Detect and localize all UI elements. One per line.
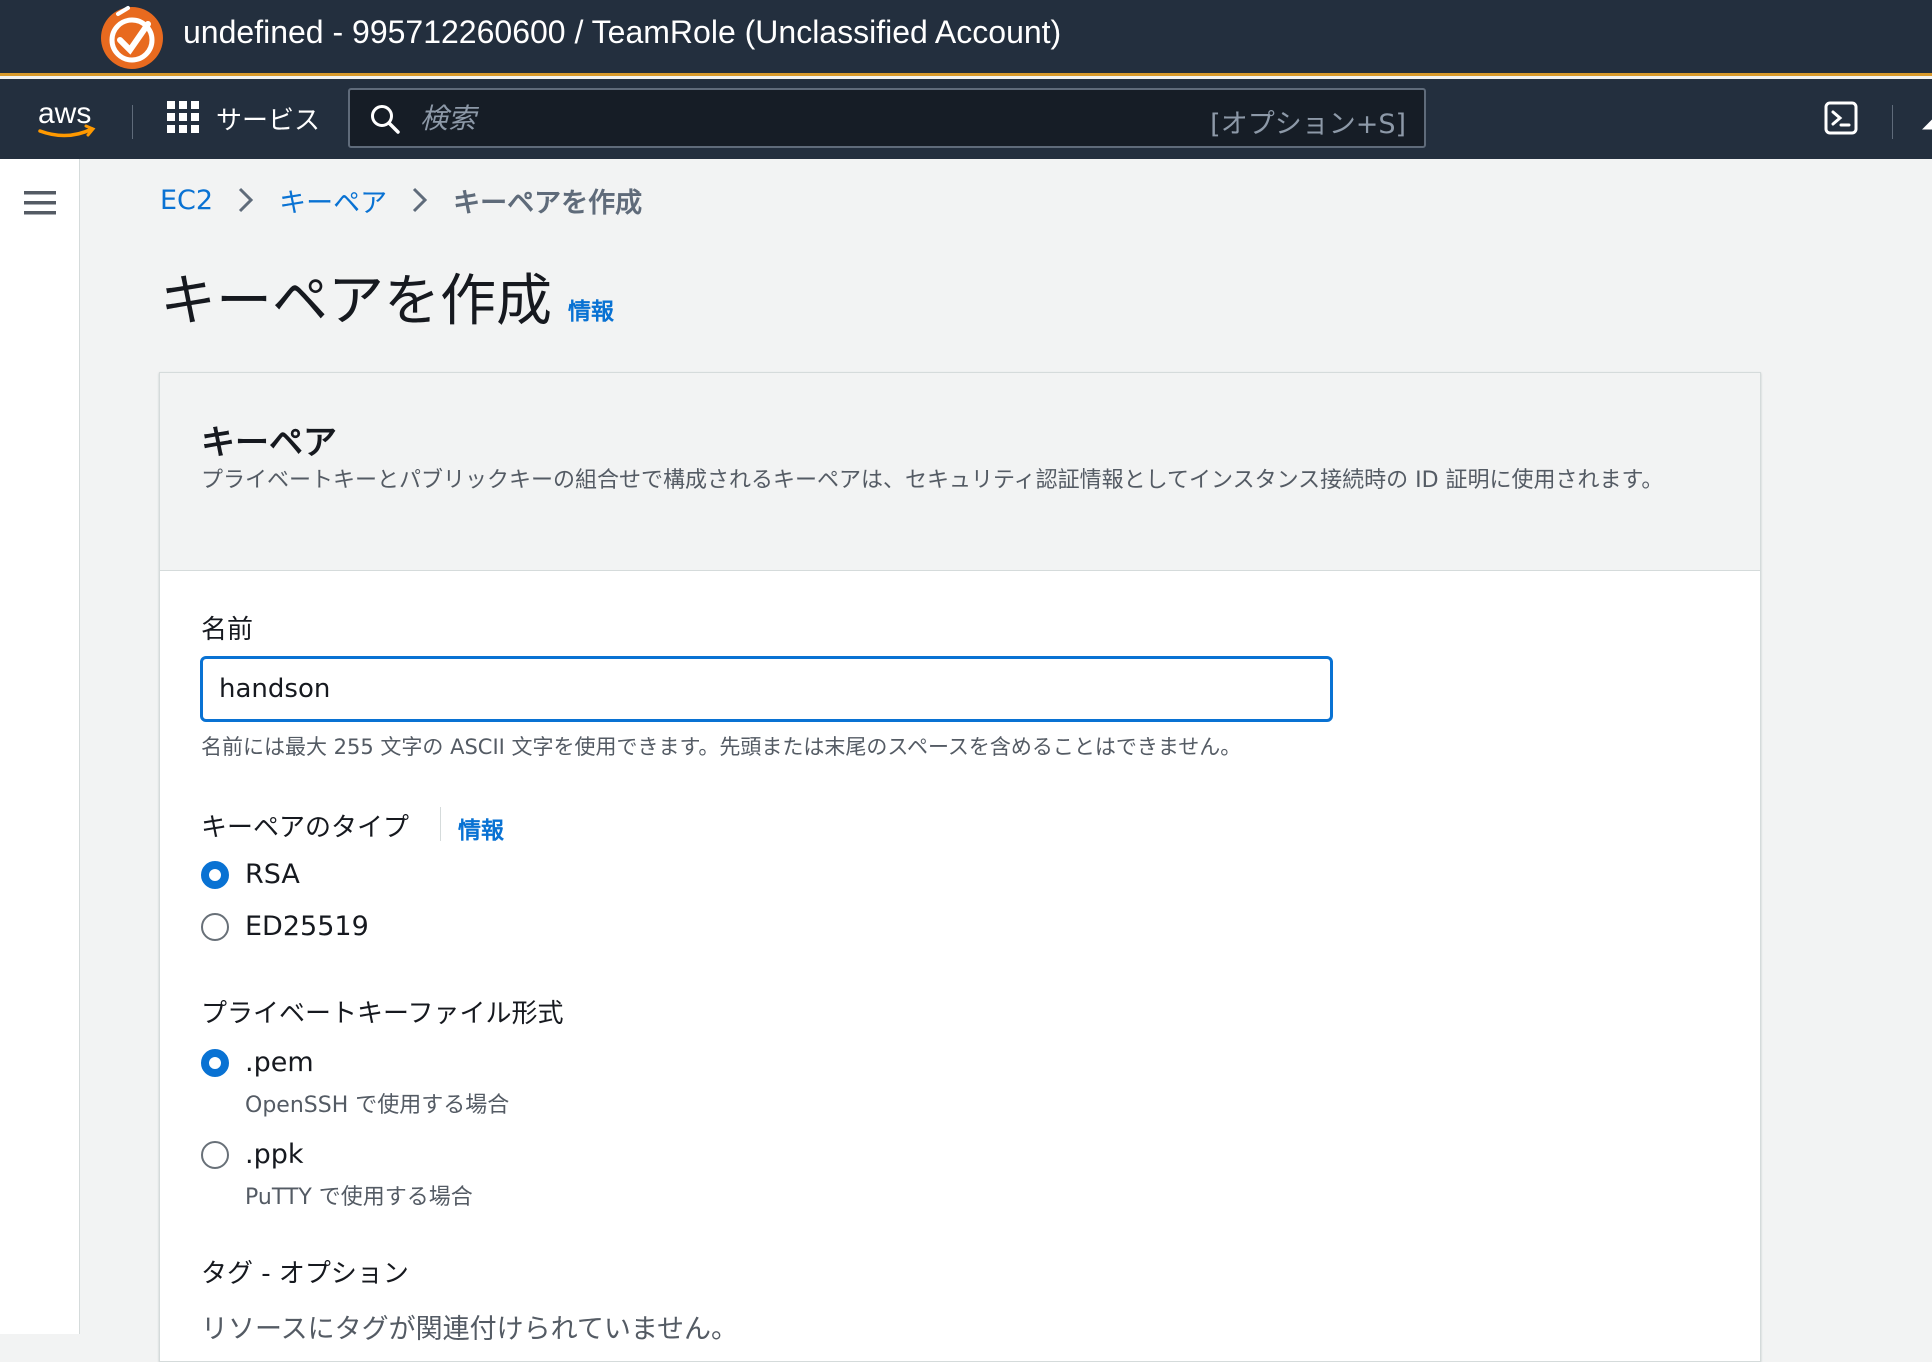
radio-ppk[interactable] <box>201 1141 229 1169</box>
radio-rsa[interactable] <box>201 861 229 889</box>
aws-logo-icon[interactable]: aws <box>34 95 100 141</box>
radio-ppk-label[interactable]: .ppk <box>245 1139 304 1170</box>
breadcrumb-link-keypairs[interactable]: キーペア <box>279 181 387 220</box>
page-title: キーペアを作成 <box>160 269 552 334</box>
keypair-type-info-link[interactable]: 情報 <box>458 811 504 845</box>
side-navigation-rail <box>0 159 80 1334</box>
services-menu-button[interactable]: サービス <box>216 100 320 137</box>
radio-ppk-description: PuTTY で使用する場合 <box>245 1185 473 1210</box>
container-description: プライベートキーとパブリックキーの組合せで構成されるキーペアは、セキュリティ認証… <box>201 468 1664 493</box>
search-input[interactable] <box>420 100 1180 136</box>
container-header: キーペア プライベートキーとパブリックキーの組合せで構成されるキーペアは、セキュ… <box>160 373 1760 571</box>
radio-pem-label[interactable]: .pem <box>245 1047 314 1078</box>
tags-empty-text: リソースにタグが関連付けられていません。 <box>201 1314 739 1345</box>
keypair-container: キーペア プライベートキーとパブリックキーの組合せで構成されるキーペアは、セキュ… <box>159 372 1761 1362</box>
keypair-name-input[interactable] <box>200 656 1333 722</box>
breadcrumb-link-ec2[interactable]: EC2 <box>160 185 213 216</box>
radio-pem-description: OpenSSH で使用する場合 <box>245 1093 510 1118</box>
radio-ed25519-label[interactable]: ED25519 <box>245 911 369 942</box>
account-logo-icon <box>101 6 163 69</box>
name-label: 名前 <box>201 615 254 645</box>
keypair-type-label: キーペアのタイプ <box>201 813 410 843</box>
chevron-right-icon <box>239 187 254 213</box>
svg-text:aws: aws <box>38 97 91 130</box>
name-hint: 名前には最大 255 文字の ASCII 文字を使用できます。先頭または末尾のス… <box>201 735 1242 759</box>
nav-divider <box>132 105 133 139</box>
label-divider <box>440 807 441 841</box>
chevron-right-icon <box>413 187 428 213</box>
breadcrumb: EC2 キーペア キーペアを作成 <box>160 180 642 220</box>
nav-divider <box>1892 105 1893 139</box>
nav-overflow-glyph: ◢ <box>1922 108 1932 130</box>
menu-icon[interactable] <box>24 189 56 217</box>
cloudshell-icon[interactable] <box>1824 101 1858 135</box>
radio-ed25519[interactable] <box>201 913 229 941</box>
grid-icon[interactable] <box>167 101 199 133</box>
search-shortcut-hint: [オプション+S] <box>1210 109 1406 140</box>
search-icon <box>371 105 400 134</box>
tags-label: タグ - オプション <box>201 1259 409 1289</box>
private-key-format-label: プライベートキーファイル形式 <box>201 999 564 1029</box>
breadcrumb-current: キーペアを作成 <box>453 187 643 219</box>
title-info-link[interactable]: 情報 <box>568 292 614 326</box>
account-bar: undefined - 995712260600 / TeamRole (Unc… <box>0 0 1932 76</box>
radio-rsa-label[interactable]: RSA <box>245 859 300 890</box>
radio-pem[interactable] <box>201 1049 229 1077</box>
container-title: キーペア <box>201 423 337 463</box>
search-box[interactable]: [オプション+S] <box>348 88 1426 148</box>
account-title: undefined - 995712260600 / TeamRole (Unc… <box>183 14 1062 50</box>
